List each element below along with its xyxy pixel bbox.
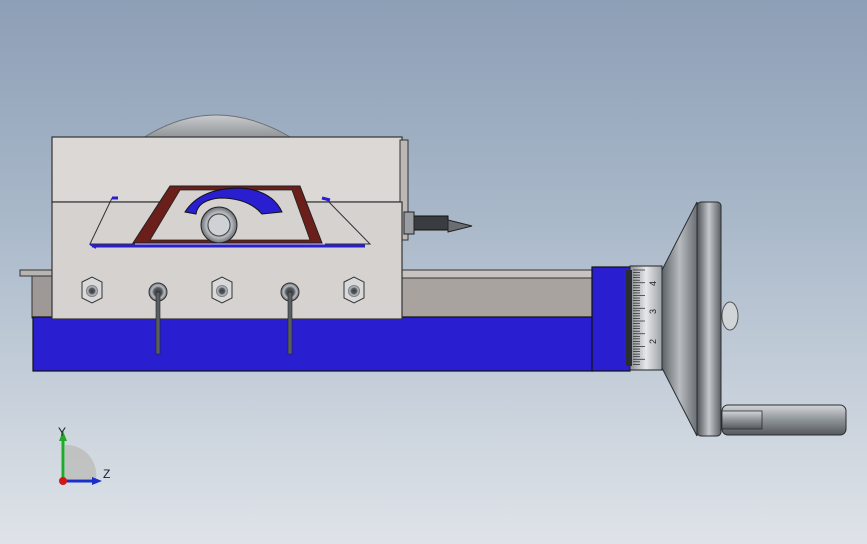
triad-plane	[65, 444, 97, 479]
handwheel-hub	[721, 301, 739, 331]
dial-label-3: 3	[648, 309, 658, 314]
cad-viewport[interactable]: 4 3 2 Y Z	[0, 0, 867, 544]
triad-z-label: Z	[103, 467, 111, 481]
dial-label-4: 4	[648, 281, 658, 286]
handwheel-cone	[661, 201, 698, 437]
hex-nut-1	[81, 276, 103, 304]
triad-y-label: Y	[58, 425, 67, 439]
left-rail-stub	[31, 275, 55, 319]
slide-rail	[399, 275, 593, 319]
dial-label-2: 2	[648, 339, 658, 344]
hex-nut-2	[211, 276, 233, 304]
origin-dot	[59, 477, 67, 485]
handwheel-rim	[696, 201, 722, 437]
slide-rail-top	[399, 269, 593, 279]
rotary-disc	[138, 114, 297, 141]
blue-bracket	[591, 266, 631, 372]
hex-nut-3	[343, 276, 365, 304]
blue-base	[32, 316, 594, 372]
view-orientation-triad[interactable]	[50, 425, 160, 495]
